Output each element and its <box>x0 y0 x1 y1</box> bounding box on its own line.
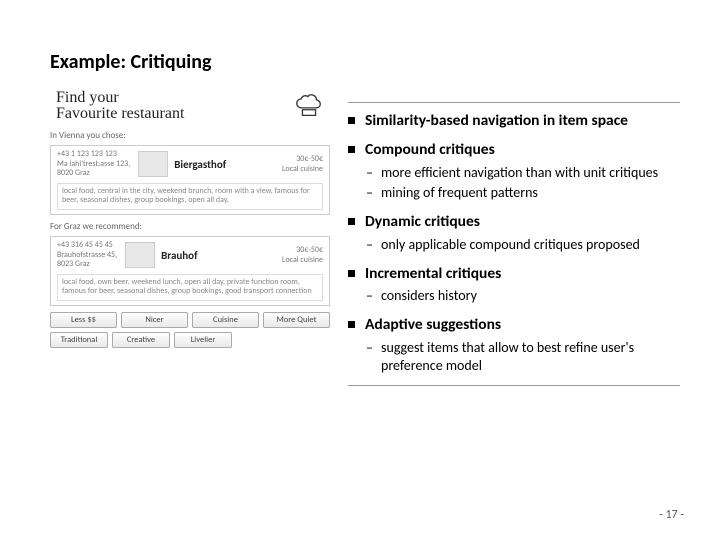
slogan-line2: Favourite restaurant <box>56 106 184 122</box>
vienna-label: In Vienna you chose: <box>50 130 330 141</box>
bullet-item: Compound critiques –more efficient naviga… <box>348 140 680 202</box>
critique-buttons-row2: Traditional Creative Livelier <box>50 332 330 348</box>
square-bullet-icon <box>348 146 355 153</box>
graz-addr2: 8023 Graz <box>57 260 117 270</box>
vienna-cuisine: Local cuisine <box>282 164 323 174</box>
dash-icon: – <box>366 164 373 182</box>
graz-desc: local food, own beer, weekend lunch, ope… <box>57 274 323 301</box>
page-number: - 17 - <box>659 508 684 522</box>
bullet-item: Similarity-based navigation in item spac… <box>348 111 680 130</box>
graz-thumb <box>125 242 155 268</box>
sub-bullet-text: considers history <box>381 287 477 305</box>
square-bullet-icon <box>348 117 355 124</box>
graz-card: +43 316 45 45 45 Brauhofstrasse 45, 8023… <box>50 236 330 306</box>
sub-bullet-text: only applicable compound critiques propo… <box>381 236 640 254</box>
sub-bullet: –mining of frequent patterns <box>348 184 680 202</box>
graz-name: Brauhof <box>161 249 197 262</box>
sub-bullet: –only applicable compound critiques prop… <box>348 236 680 254</box>
example-screenshot: Find your Favourite restaurant In Vienna… <box>50 88 330 394</box>
graz-label: For Graz we recommend: <box>50 221 330 232</box>
vienna-name: Biergasthof <box>174 158 226 171</box>
sub-bullet-text: more efficient navigation than with unit… <box>381 164 658 182</box>
graz-price: 30€-50€ <box>282 245 323 255</box>
bullet-head: Adaptive suggestions <box>348 315 680 334</box>
dash-icon: – <box>366 184 373 202</box>
btn-more-quiet[interactable]: More Quiet <box>263 312 330 328</box>
btn-livelier[interactable]: Livelier <box>174 332 232 348</box>
bullet-head-text: Incremental critiques <box>365 264 501 283</box>
content-column: Similarity-based navigation in item spac… <box>348 88 680 394</box>
btn-nicer[interactable]: Nicer <box>121 312 188 328</box>
dash-icon: – <box>366 236 373 254</box>
graz-cuisine: Local cuisine <box>282 255 323 265</box>
btn-cuisine[interactable]: Cuisine <box>192 312 259 328</box>
bullet-head: Similarity-based navigation in item spac… <box>348 111 680 130</box>
chef-hat-icon <box>294 91 324 121</box>
bullet-item: Incremental critiques –considers history <box>348 264 680 306</box>
square-bullet-icon <box>348 321 355 328</box>
square-bullet-icon <box>348 270 355 277</box>
bullet-head: Incremental critiques <box>348 264 680 283</box>
btn-creative[interactable]: Creative <box>112 332 170 348</box>
sub-bullet-text: mining of frequent patterns <box>381 184 538 202</box>
sub-bullet-text: suggest items that allow to best refine … <box>381 339 680 375</box>
bullet-item: Dynamic critiques –only applicable compou… <box>348 212 680 254</box>
vienna-card: +43 1 123 123 123 Ma iahi'trest:asse 123… <box>50 145 330 215</box>
slogan-line1: Find your <box>56 90 184 106</box>
bullet-head: Compound critiques <box>348 140 680 159</box>
dash-icon: – <box>366 287 373 305</box>
bullet-head-text: Similarity-based navigation in item spac… <box>365 111 628 130</box>
dash-icon: – <box>366 339 373 357</box>
slide-title: Example: Critiquing <box>50 50 680 74</box>
critique-buttons-row1: Less $$ Nicer Cuisine More Quiet <box>50 312 330 328</box>
sub-bullet: –considers history <box>348 287 680 305</box>
vienna-thumb <box>138 151 168 177</box>
bullet-head-text: Adaptive suggestions <box>365 315 501 334</box>
bullet-head-text: Compound critiques <box>365 140 495 159</box>
vienna-addr2: 8020 Graz <box>57 169 130 179</box>
btn-traditional[interactable]: Traditional <box>50 332 108 348</box>
btn-less-money[interactable]: Less $$ <box>50 312 117 328</box>
sub-bullet: –more efficient navigation than with uni… <box>348 164 680 182</box>
vienna-price: 30€-50€ <box>282 154 323 164</box>
top-rule <box>348 102 680 103</box>
bullet-item: Adaptive suggestions –suggest items that … <box>348 315 680 375</box>
vienna-desc: local food, central in the city, weekend… <box>57 183 323 210</box>
sub-bullet: –suggest items that allow to best refine… <box>348 339 680 375</box>
bottom-rule <box>348 385 680 386</box>
bullet-head: Dynamic critiques <box>348 212 680 231</box>
bullet-head-text: Dynamic critiques <box>365 212 480 231</box>
square-bullet-icon <box>348 218 355 225</box>
